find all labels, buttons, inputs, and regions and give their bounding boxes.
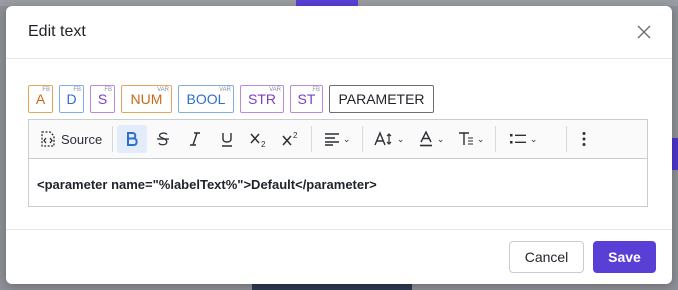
editor-toolbar: Source 2 2 ⌄ ⌄ ⌄ ⌄ ⌄ — [29, 120, 647, 159]
tag-superscript: VAR — [219, 87, 231, 93]
save-button[interactable]: Save — [593, 241, 656, 273]
more-options-button[interactable] — [571, 125, 597, 153]
underline-button[interactable] — [211, 125, 243, 153]
dialog-title: Edit text — [28, 23, 86, 40]
source-button[interactable]: Source — [35, 125, 106, 153]
chevron-down-icon: ⌄ — [436, 133, 445, 144]
clear-format-icon — [458, 132, 473, 145]
tag-superscript: FB — [104, 87, 112, 93]
clear-format-dropdown[interactable]: ⌄ — [451, 125, 491, 153]
tag-superscript: FB — [73, 87, 81, 93]
rich-text-editor: Source 2 2 ⌄ ⌄ ⌄ ⌄ ⌄ <parameter name="%l… — [28, 119, 648, 207]
font-color-dropdown[interactable]: ⌄ — [411, 125, 451, 153]
superscript-button[interactable]: 2 — [275, 125, 307, 153]
tag-label: D — [66, 91, 77, 107]
svg-text:2: 2 — [261, 140, 266, 148]
dialog-footer: Cancel Save — [6, 229, 672, 284]
tag-label: NUM — [130, 91, 163, 107]
insert-tag-bar: A FB D FB S FB NUM VAR BOOL VAR STR VAR … — [28, 85, 434, 113]
tag-bool-button[interactable]: BOOL VAR — [178, 85, 234, 113]
tag-superscript: FB — [312, 87, 320, 93]
tag-superscript: VAR — [157, 87, 169, 93]
tag-parameter-button[interactable]: PARAMETER — [329, 85, 434, 113]
bold-icon — [127, 132, 138, 146]
dialog-header: Edit text — [6, 6, 672, 59]
tag-s-button[interactable]: S FB — [90, 85, 115, 113]
underline-icon — [222, 133, 233, 147]
bold-button[interactable] — [117, 125, 148, 153]
edit-text-dialog: Edit text A FB D FB S FB NUM VAR BOOL VA… — [6, 6, 672, 284]
chevron-down-icon: ⌄ — [396, 133, 405, 144]
cancel-button[interactable]: Cancel — [509, 241, 584, 273]
toolbar-divider — [566, 126, 568, 152]
list-icon — [509, 134, 526, 144]
backdrop-side-fragment — [672, 138, 678, 170]
tag-superscript: VAR — [269, 87, 281, 93]
chevron-down-icon: ⌄ — [476, 133, 485, 144]
tag-num-button[interactable]: NUM VAR — [121, 85, 172, 113]
tag-superscript: FB — [42, 87, 50, 93]
font-color-icon — [419, 131, 432, 147]
italic-icon — [190, 132, 201, 146]
alignment-dropdown[interactable]: ⌄ — [316, 125, 358, 153]
editor-content[interactable]: <parameter name="%labelText%">Default</p… — [29, 159, 647, 192]
more-icon — [582, 132, 586, 146]
tag-label: S — [97, 91, 108, 107]
tag-label: STR — [248, 91, 276, 107]
font-size-dropdown[interactable]: ⌄ — [367, 125, 411, 153]
strikethrough-icon — [157, 132, 170, 146]
toolbar-divider — [362, 126, 364, 152]
tag-label: PARAMETER — [338, 91, 425, 107]
source-label: Source — [61, 131, 103, 147]
align-icon — [324, 133, 339, 146]
tag-str-button[interactable]: STR VAR — [240, 85, 284, 113]
svg-text:2: 2 — [293, 131, 298, 140]
tag-label: ST — [297, 91, 316, 107]
toolbar-divider — [112, 126, 114, 152]
subscript-icon: 2 — [250, 133, 266, 148]
close-icon — [637, 25, 651, 39]
tag-label: A — [35, 91, 46, 107]
list-dropdown[interactable]: ⌄ — [500, 125, 546, 153]
subscript-button[interactable]: 2 — [243, 125, 275, 153]
italic-button[interactable] — [179, 125, 211, 153]
tag-st-button[interactable]: ST FB — [290, 85, 323, 113]
source-icon — [41, 131, 55, 147]
strikethrough-button[interactable] — [147, 125, 179, 153]
tag-a-button[interactable]: A FB — [28, 85, 53, 113]
tag-d-button[interactable]: D FB — [59, 85, 84, 113]
chevron-down-icon: ⌄ — [529, 133, 538, 144]
chevron-down-icon: ⌄ — [342, 133, 351, 144]
font-size-icon — [374, 131, 392, 146]
close-button[interactable] — [632, 20, 656, 44]
toolbar-divider — [495, 126, 497, 152]
tag-label: BOOL — [186, 91, 226, 107]
toolbar-divider — [311, 126, 313, 152]
superscript-icon: 2 — [282, 131, 298, 146]
